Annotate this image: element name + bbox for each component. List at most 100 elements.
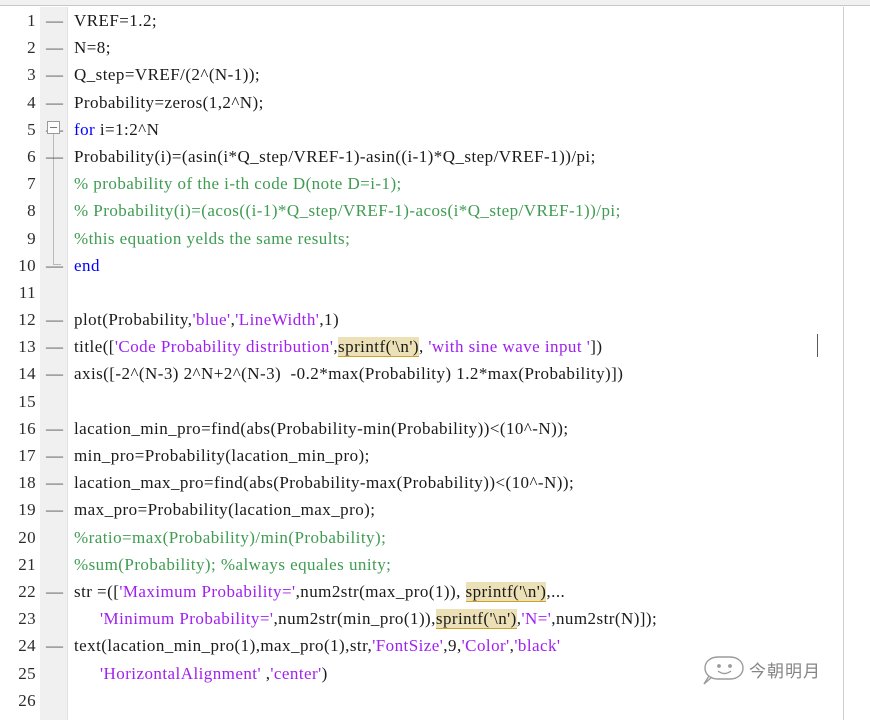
code-line[interactable]: 21 %sum(Probability); %always equales uni…: [0, 551, 870, 578]
plain-token: lacation_max_pro=find(abs(Probability-ma…: [74, 473, 575, 493]
code-text: Probability=zeros(1,2^N);: [74, 89, 264, 116]
executable-line-marker: —: [46, 92, 64, 112]
executable-line-marker: —: [46, 310, 64, 330]
plain-token: i=1:2^N: [95, 119, 160, 139]
code-line[interactable]: 25 'HorizontalAlignment' ,'center'): [0, 660, 870, 687]
line-number: 26: [18, 690, 36, 710]
string-token: 'blue': [192, 310, 231, 330]
code-line[interactable]: 14 — axis([-2^(N-3) 2^N+2^(N-3) -0.2*max(P…: [0, 360, 870, 387]
string-token: 'Color': [461, 636, 510, 656]
plain-token: ,9,: [443, 636, 462, 656]
line-number: 19: [18, 500, 36, 520]
code-line[interactable]: 17 — min_pro=Probability(lacation_min_pro)…: [0, 442, 870, 469]
plain-token: ,: [261, 663, 271, 683]
code-line[interactable]: 22 — str =(['Maximum Probability=',num2str…: [0, 578, 870, 605]
line-number: 23: [18, 609, 36, 629]
executable-line-marker: —: [46, 500, 64, 520]
code-line[interactable]: 1 — VREF=1.2;: [0, 7, 870, 34]
plain-token: ,num2str(max_pro(1)),: [295, 581, 466, 601]
matlab-editor[interactable]: 1 — VREF=1.2; 2 — N=8; 3 — Q_step=VREF/(2^(N-1))…: [0, 0, 870, 720]
code-text: min_pro=Probability(lacation_min_pro);: [74, 442, 370, 469]
executable-line-marker: —: [46, 38, 64, 58]
code-text: N=8;: [74, 34, 111, 61]
line-number: 20: [18, 527, 36, 547]
code-line[interactable]: 24 — text(lacation_min_pro(1),max_pro(1),s…: [0, 632, 870, 659]
code-line[interactable]: 5—for i=1:2^N: [0, 116, 870, 143]
code-line[interactable]: 3 — Q_step=VREF/(2^(N-1));: [0, 61, 870, 88]
code-line[interactable]: 2 — N=8;: [0, 34, 870, 61]
keyword-token: end: [74, 255, 100, 275]
plain-token: plot(Probability,: [74, 310, 193, 330]
code-line[interactable]: 11: [0, 279, 870, 306]
line-number: 21: [18, 554, 36, 574]
code-text: % Probability(i)=(acos((i-1)*Q_step/VREF…: [74, 197, 621, 224]
line-number: 2: [27, 38, 36, 58]
code-line[interactable]: 10 — end: [0, 252, 870, 279]
line-number: 9: [27, 228, 36, 248]
code-line[interactable]: 8 % Probability(i)=(acos((i-1)*Q_step/VRE…: [0, 197, 870, 224]
line-number: 8: [27, 201, 36, 221]
plain-token: lacation_min_pro=find(abs(Probability-mi…: [74, 418, 569, 438]
plain-token: ,...: [546, 581, 566, 601]
code-text: lacation_max_pro=find(abs(Probability-ma…: [74, 469, 574, 496]
plain-token: min_pro=Probability(lacation_min_pro);: [74, 446, 370, 465]
code-fold-toggle[interactable]: [47, 120, 60, 134]
line-number: 10: [18, 255, 36, 275]
string-token: 'with sine wave input ': [428, 337, 591, 357]
code-text: 'Minimum Probability=',num2str(min_pro(1…: [100, 605, 657, 632]
plain-token: ,1): [319, 310, 340, 330]
string-token: 'FontSize': [372, 636, 444, 656]
code-line[interactable]: 20 %ratio=max(Probability)/min(Probabilit…: [0, 524, 870, 551]
line-number: 12: [18, 310, 36, 330]
executable-line-marker: —: [46, 364, 64, 384]
executable-line-marker: —: [46, 146, 64, 166]
executable-line-marker: —: [46, 418, 64, 438]
code-text: text(lacation_min_pro(1),max_pro(1),str,…: [74, 632, 560, 659]
code-line[interactable]: 26: [0, 687, 870, 714]
code-text: str =(['Maximum Probability=',num2str(ma…: [74, 578, 565, 605]
code-text: % probability of the i-th code D(note D=…: [74, 170, 402, 197]
plain-token: text(lacation_min_pro(1),max_pro(1),str,: [74, 636, 373, 656]
code-text: title(['Code Probability distribution',s…: [74, 333, 603, 360]
plain-token: Probability=zeros(1,2^N);: [74, 92, 264, 112]
line-number: 5: [27, 119, 36, 139]
code-line[interactable]: 12 — plot(Probability,'blue','LineWidth',1…: [0, 306, 870, 333]
code-line[interactable]: 23 'Minimum Probability=',num2str(min_pro…: [0, 605, 870, 632]
line-number: 3: [27, 65, 36, 85]
code-line[interactable]: 19 — max_pro=Probability(lacation_max_pro)…: [0, 496, 870, 523]
plain-token: VREF=1.2;: [74, 11, 158, 30]
keyword-token: for: [74, 119, 96, 139]
comment-token: %this equation yelds the same results;: [74, 228, 351, 248]
line-number: 13: [18, 337, 36, 357]
comment-token: % Probability(i)=(acos((i-1)*Q_step/VREF…: [74, 201, 621, 221]
code-line[interactable]: 9 %this equation yelds the same results;: [0, 225, 870, 252]
code-line[interactable]: 7 % probability of the i-th code D(note D…: [0, 170, 870, 197]
highlighted-token: sprintf('\n'): [338, 337, 419, 358]
code-text: VREF=1.2;: [74, 7, 157, 34]
executable-line-marker: —: [46, 65, 64, 85]
code-text: %this equation yelds the same results;: [74, 225, 350, 252]
code-area[interactable]: 1 — VREF=1.2; 2 — N=8; 3 — Q_step=VREF/(2^(N-1))…: [0, 7, 870, 720]
executable-line-marker: —: [46, 581, 64, 601]
code-line[interactable]: 13 — title(['Code Probability distribution…: [0, 333, 870, 360]
code-text: plot(Probability,'blue','LineWidth',1): [74, 306, 339, 333]
code-text: end: [74, 252, 100, 279]
code-line[interactable]: 4 — Probability=zeros(1,2^N);: [0, 89, 870, 116]
string-token: 'N=': [521, 609, 552, 629]
executable-line-marker: —: [46, 11, 64, 30]
line-number: 7: [27, 174, 36, 194]
code-text: lacation_min_pro=find(abs(Probability-mi…: [74, 415, 569, 442]
plain-token: Q_step=VREF/(2^(N-1));: [74, 65, 261, 85]
plain-token: ,: [418, 337, 429, 357]
executable-line-marker: —: [46, 337, 64, 357]
text-caret: [817, 334, 818, 357]
comment-token: %ratio=max(Probability)/min(Probability)…: [74, 527, 387, 547]
line-number: 11: [18, 282, 36, 302]
string-token: 'Minimum Probability=': [100, 609, 274, 629]
code-line[interactable]: 15: [0, 388, 870, 415]
code-line[interactable]: 18 — lacation_max_pro=find(abs(Probability…: [0, 469, 870, 496]
string-token: 'black': [514, 636, 561, 656]
code-line[interactable]: 6 — Probability(i)=(asin(i*Q_step/VREF-1)-…: [0, 143, 870, 170]
plain-token: str =([: [74, 581, 120, 601]
code-line[interactable]: 16 — lacation_min_pro=find(abs(Probability…: [0, 415, 870, 442]
